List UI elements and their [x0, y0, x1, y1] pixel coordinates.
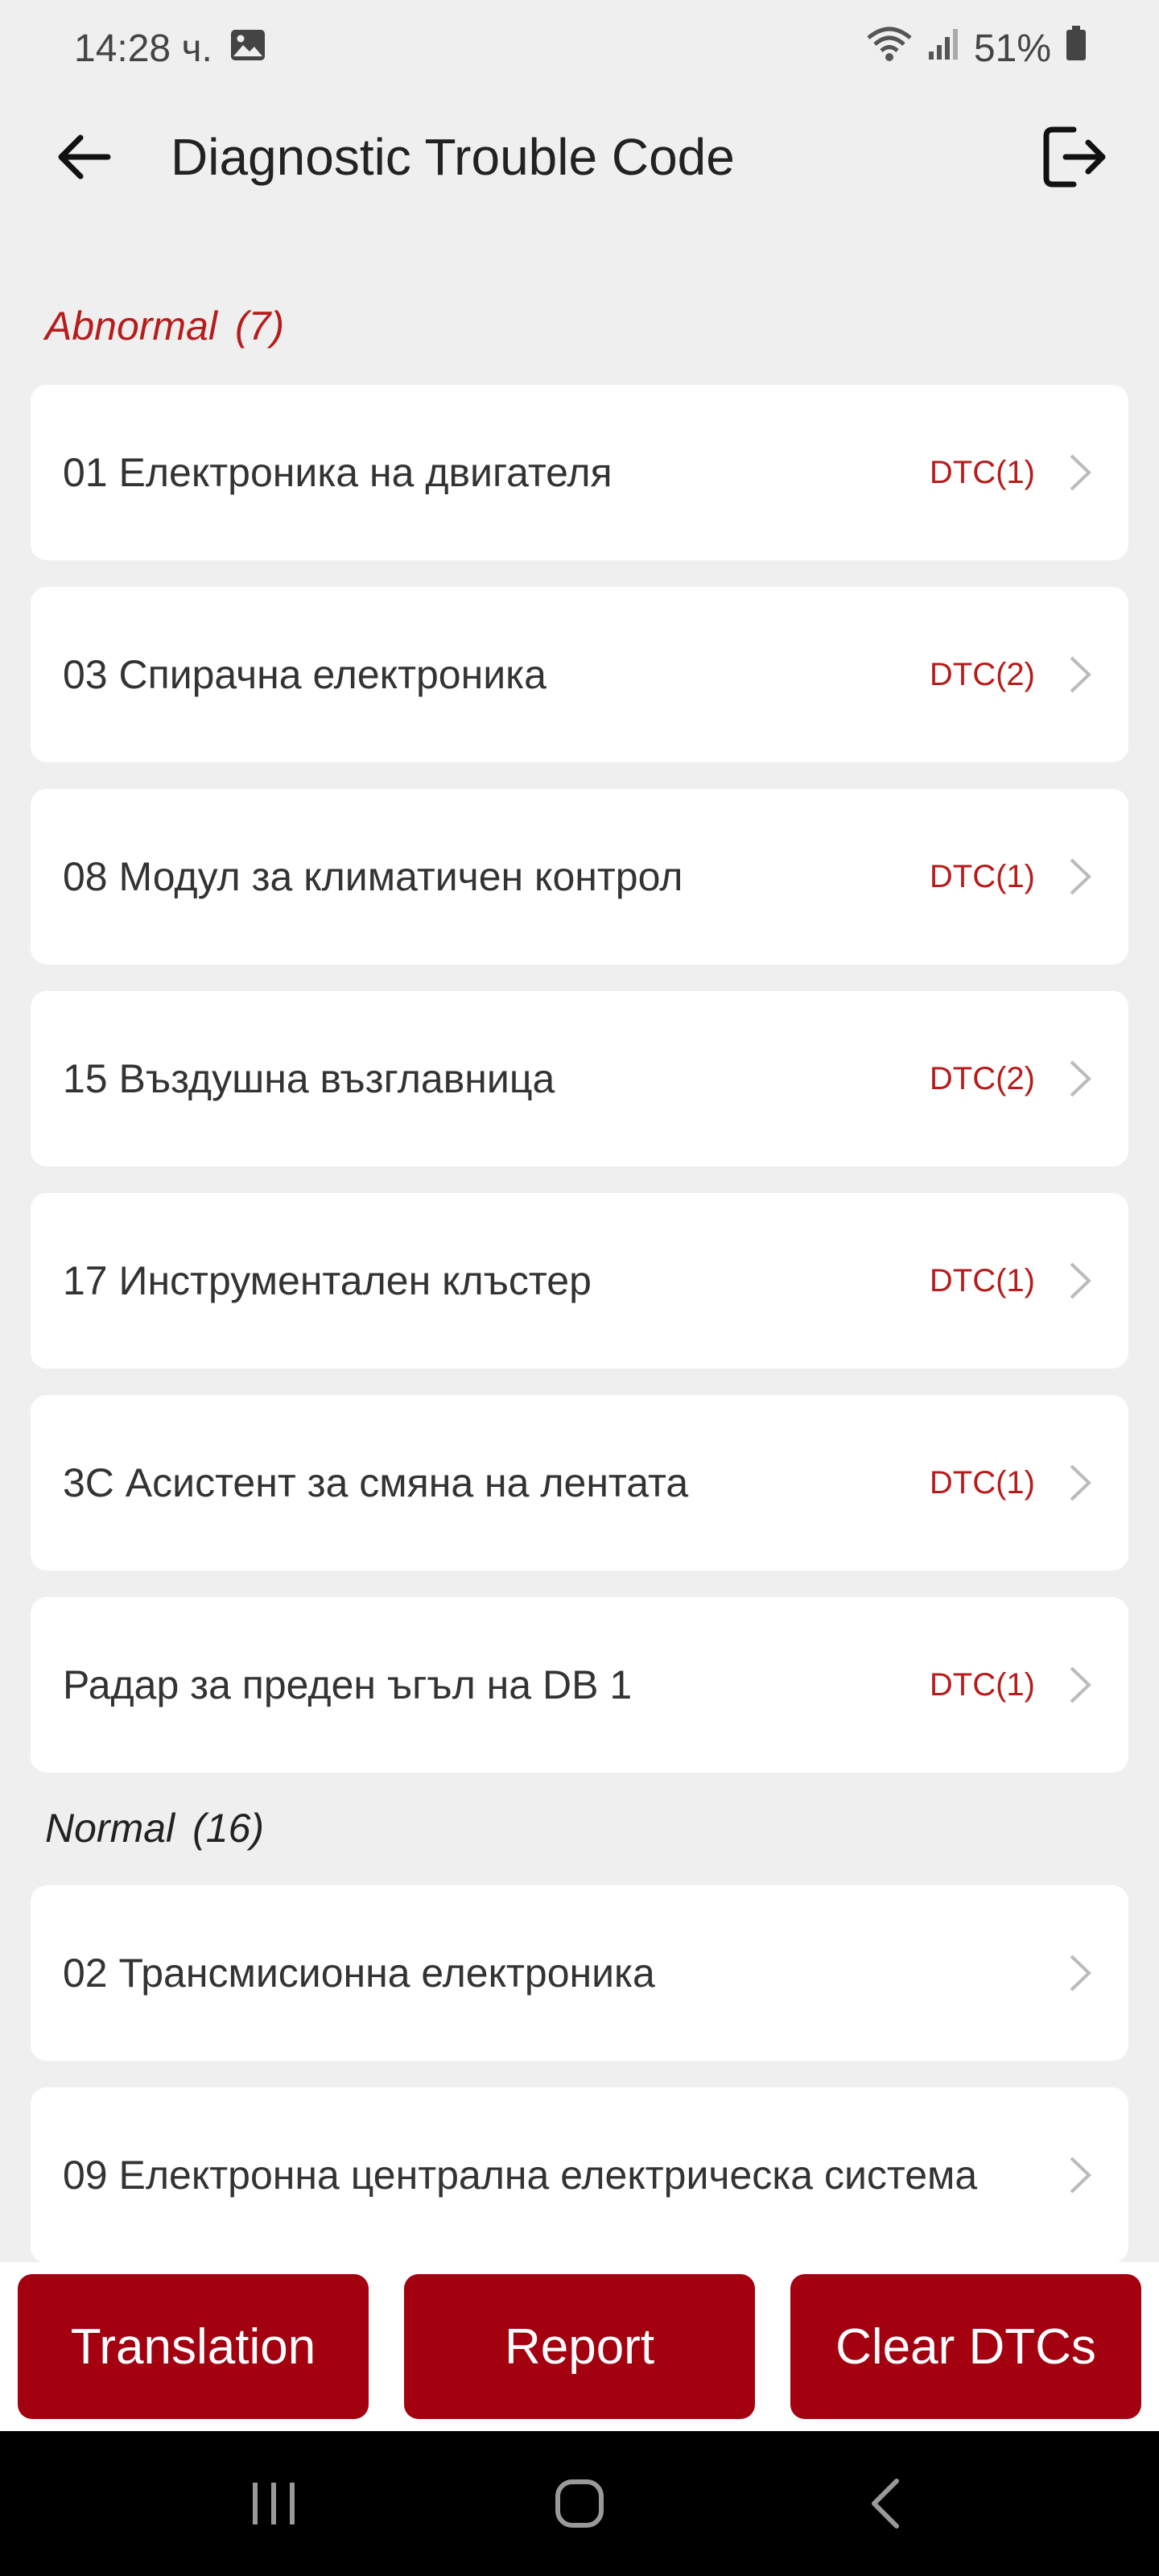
list-item-label: 09 Електронна централна електрическа сис… [63, 2153, 978, 2198]
dtc-count-badge: DTC(1) [929, 1262, 1035, 1298]
list-item-label: 3C Асистент за смяна на лентата [63, 1460, 689, 1505]
list-item-abnormal-6[interactable]: Радар за преден ъгъл на DB 1 DTC(1) [31, 1597, 1128, 1773]
abnormal-label: Abnormal [45, 303, 217, 349]
abnormal-section-header: Abnormal (7) [0, 298, 1159, 354]
normal-label: Normal [45, 1806, 175, 1851]
dtc-count-badge: DTC(2) [929, 1060, 1035, 1096]
list-item-label: 03 Спирачна електроника [63, 652, 547, 697]
chevron-right-icon [1064, 2151, 1096, 2199]
chevron-right-icon [1064, 1257, 1096, 1305]
dtc-count-badge: DTC(1) [929, 1464, 1035, 1501]
page-title: Diagnostic Trouble Code [171, 128, 735, 186]
abnormal-count: (7) [235, 303, 285, 349]
home-icon [555, 2479, 604, 2528]
dtc-count-badge: DTC(1) [929, 858, 1035, 894]
dtc-count-badge: DTC(1) [929, 1666, 1035, 1703]
action-bar: Translation Report Clear DTCs [0, 2262, 1159, 2431]
list-item-label: 02 Трансмисионна електроника [63, 1951, 655, 1996]
status-left: 14:28 ч. [74, 27, 266, 71]
arrow-left-icon [58, 134, 111, 180]
battery-percentage: 51% [973, 27, 1051, 70]
dtc-count-badge: DTC(2) [929, 656, 1035, 692]
list-item-label: Радар за преден ъгъл на DB 1 [63, 1662, 633, 1707]
app-bar: Diagnostic Trouble Code [0, 97, 1159, 217]
list-item-abnormal-5[interactable]: 3C Асистент за смяна на лентата DTC(1) [31, 1395, 1128, 1571]
navigation-bar [0, 2431, 1159, 2576]
recent-apps-icon [253, 2483, 295, 2524]
back-nav-icon [872, 2479, 899, 2529]
chevron-right-icon [1064, 1055, 1096, 1103]
exit-button[interactable] [1037, 118, 1114, 196]
normal-count: (16) [192, 1806, 265, 1851]
translation-button[interactable]: Translation [18, 2274, 369, 2419]
normal-section-header: Normal (16) [0, 1800, 1159, 1856]
chevron-right-icon [1064, 448, 1096, 497]
list-item-abnormal-3[interactable]: 15 Въздушна възглавница DTC(2) [31, 991, 1128, 1166]
image-icon [230, 27, 266, 71]
content-list[interactable]: Abnormal (7) 01 Електроника на двигателя… [0, 217, 1159, 2262]
logout-icon [1043, 126, 1106, 188]
list-item-abnormal-4[interactable]: 17 Инструментален клъстер DTC(1) [31, 1193, 1128, 1368]
list-item-label: 17 Инструментален клъстер [63, 1258, 592, 1303]
status-right: 51% [866, 25, 1087, 72]
list-item-label: 15 Въздушна възглавница [63, 1056, 555, 1101]
chevron-right-icon [1064, 852, 1096, 901]
home-button[interactable] [523, 2455, 636, 2552]
recent-apps-button[interactable] [217, 2455, 330, 2552]
status-time: 14:28 ч. [74, 27, 212, 70]
back-button[interactable] [45, 118, 122, 196]
chevron-right-icon [1064, 650, 1096, 699]
list-item-label: 01 Електроника на двигателя [63, 450, 612, 495]
back-nav-button[interactable] [829, 2455, 942, 2552]
chevron-right-icon [1064, 1661, 1096, 1709]
list-item-abnormal-2[interactable]: 08 Модул за климатичен контрол DTC(1) [31, 789, 1128, 964]
list-item-normal-1[interactable]: 09 Електронна централна електрическа сис… [31, 2087, 1128, 2262]
chevron-right-icon [1064, 1459, 1096, 1507]
report-button[interactable]: Report [404, 2274, 755, 2419]
status-bar: 14:28 ч. 51% [0, 0, 1159, 97]
battery-icon [1066, 26, 1087, 71]
clear-dtcs-button[interactable]: Clear DTCs [790, 2274, 1141, 2419]
list-item-abnormal-0[interactable]: 01 Електроника на двигателя DTC(1) [31, 385, 1128, 560]
dtc-count-badge: DTC(1) [929, 454, 1035, 490]
wifi-icon [866, 25, 913, 72]
list-item-normal-0[interactable]: 02 Трансмисионна електроника [31, 1885, 1128, 2061]
chevron-right-icon [1064, 1949, 1096, 1997]
signal-icon [927, 27, 959, 71]
list-item-abnormal-1[interactable]: 03 Спирачна електроника DTC(2) [31, 587, 1128, 762]
list-item-label: 08 Модул за климатичен контрол [63, 854, 683, 899]
